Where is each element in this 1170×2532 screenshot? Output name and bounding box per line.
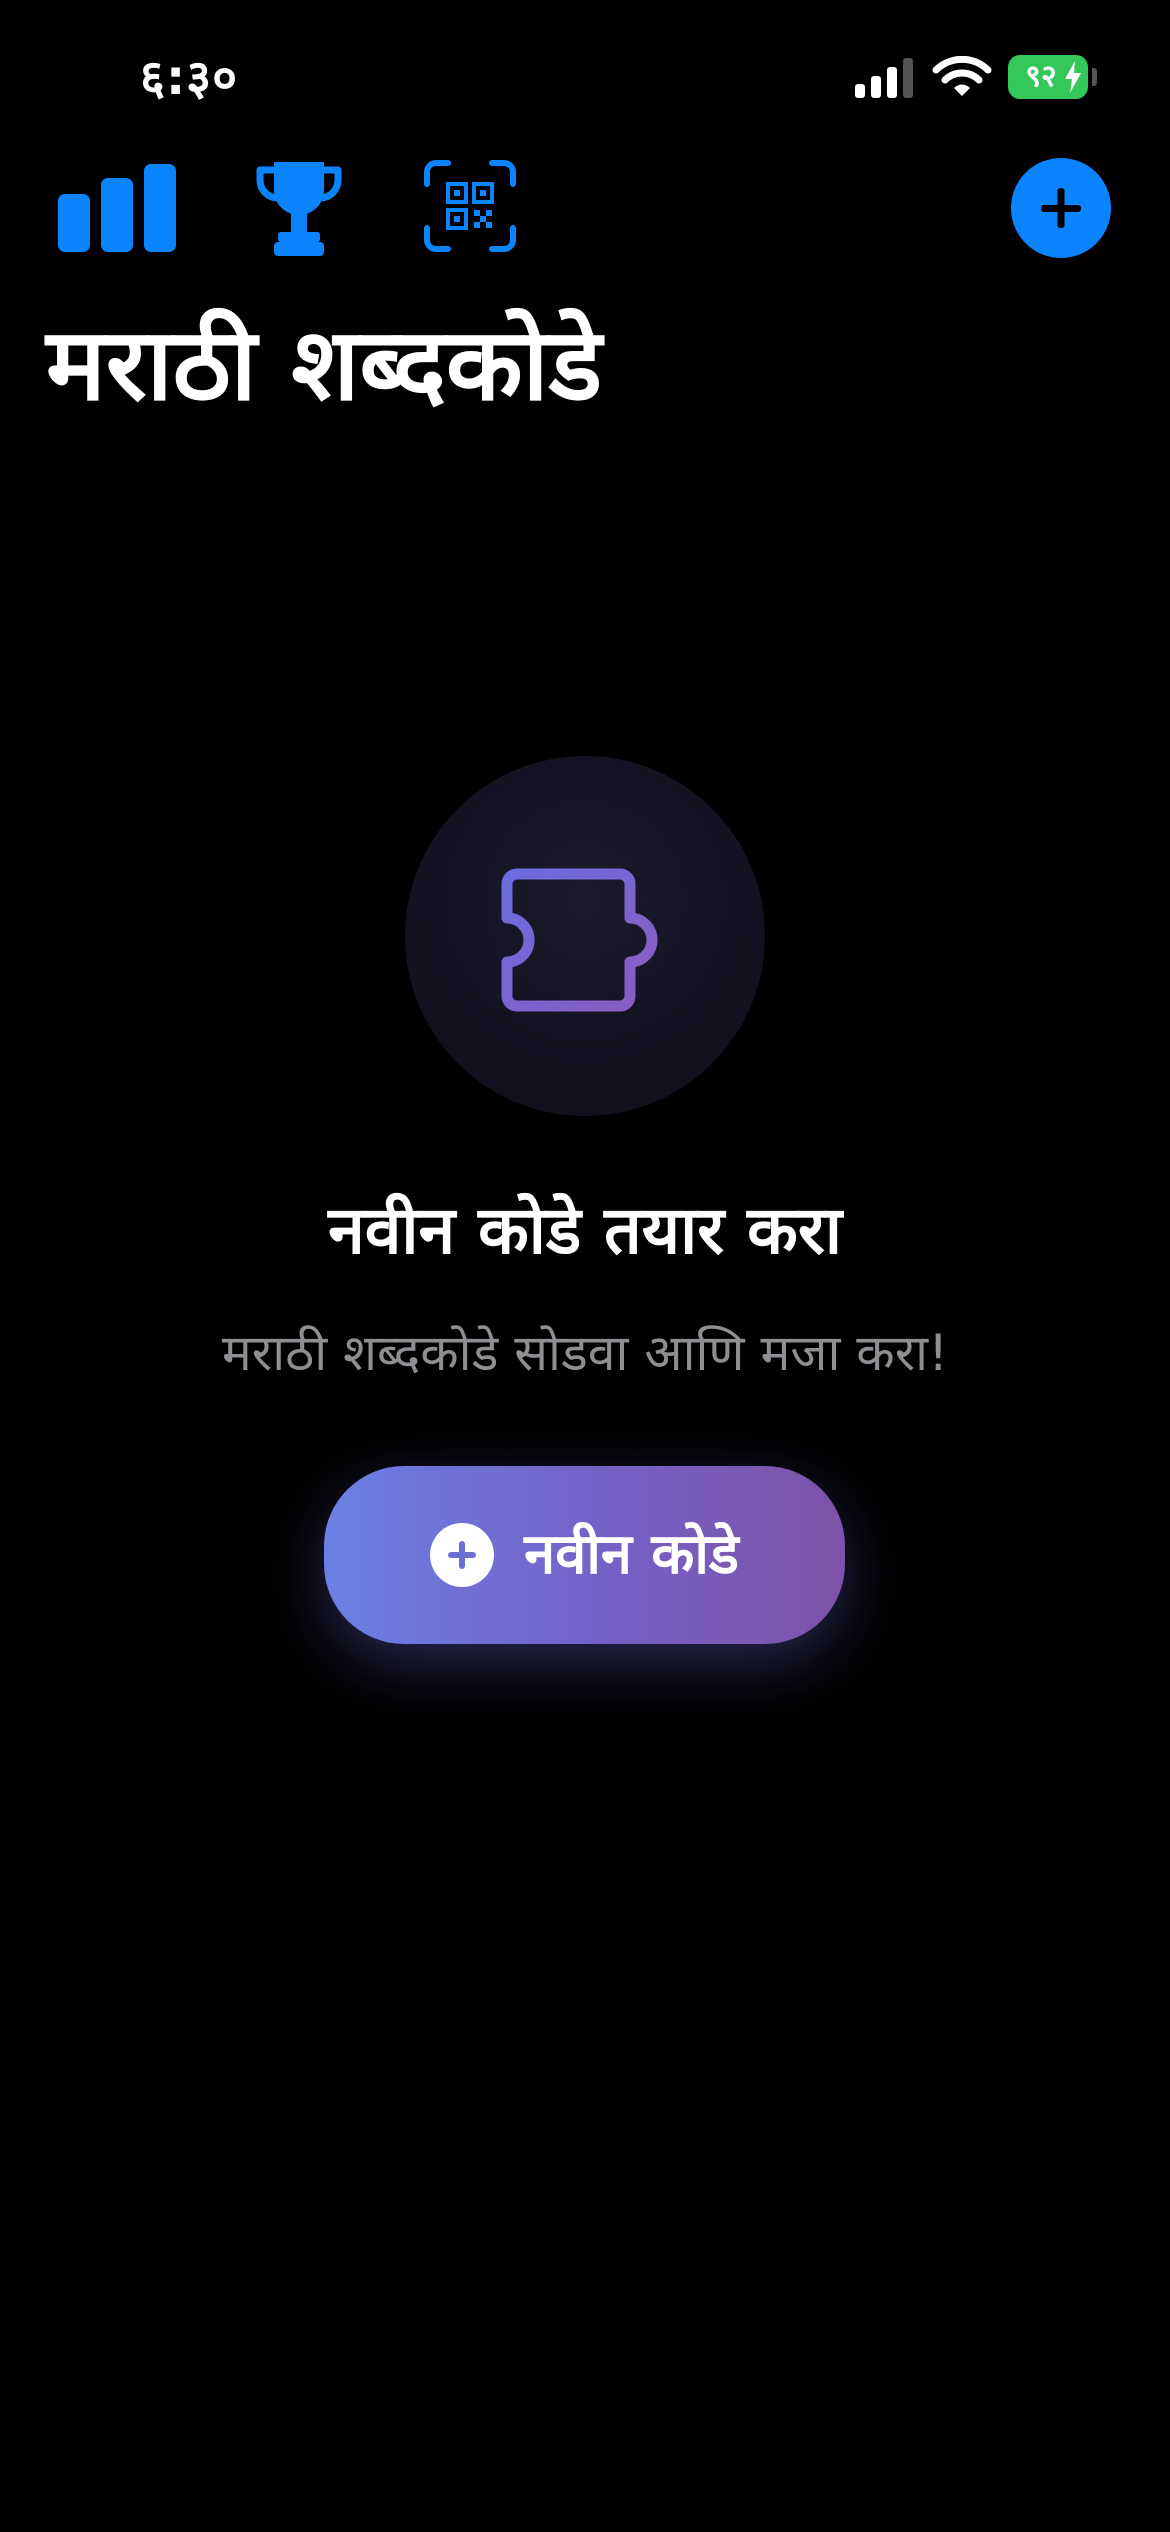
battery-icon: ९२: [1008, 55, 1088, 99]
page-title: मराठी शब्दकोडे: [46, 306, 603, 423]
battery-cap: [1092, 68, 1097, 86]
signal-icon: [855, 58, 913, 98]
stats-button[interactable]: [58, 162, 176, 252]
stats-icon: [58, 164, 176, 252]
empty-state-subtitle: मराठी शब्दकोडे सोडवा आणि मजा करा!: [221, 1324, 949, 1382]
trophy-icon: [256, 162, 342, 256]
qr-code-icon: [424, 160, 516, 252]
new-puzzle-button[interactable]: नवीन कोडे: [324, 1466, 845, 1644]
battery-level: ९२: [1025, 59, 1057, 94]
status-bar: ६:३० ९२: [0, 0, 1170, 150]
empty-state-heading: नवीन कोडे तयार करा: [328, 1192, 842, 1269]
qr-scan-button[interactable]: [424, 160, 516, 252]
plus-icon: [1041, 188, 1081, 228]
add-puzzle-button[interactable]: [1011, 158, 1111, 258]
charging-bolt-icon: [1065, 61, 1081, 93]
plus-circle-icon: [430, 1523, 495, 1587]
wifi-icon: [932, 56, 992, 96]
puzzle-piece-icon: [501, 868, 658, 1012]
trophy-button[interactable]: [254, 156, 344, 256]
new-puzzle-label: नवीन कोडे: [524, 1522, 739, 1587]
status-time: ६:३०: [140, 50, 239, 106]
empty-state-illustration: [405, 756, 765, 1116]
